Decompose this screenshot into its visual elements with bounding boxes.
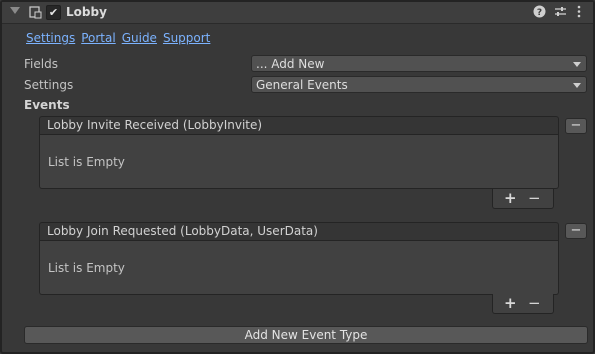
add-item-button[interactable]: + bbox=[504, 294, 517, 312]
settings-dropdown-value: General Events bbox=[256, 78, 348, 92]
event-header-invite: Lobby Invite Received (LobbyInvite) bbox=[39, 116, 559, 135]
events-label: Events bbox=[24, 98, 70, 112]
event-list-join: List is Empty bbox=[39, 241, 559, 295]
fields-dropdown-value: ... Add New bbox=[256, 57, 325, 71]
component-header[interactable]: ✔ Lobby ? bbox=[2, 2, 593, 24]
remove-item-button[interactable]: − bbox=[528, 189, 541, 207]
help-icon[interactable]: ? bbox=[532, 5, 546, 19]
remove-event-button[interactable]: − bbox=[565, 223, 587, 239]
list-empty-text: List is Empty bbox=[48, 261, 125, 275]
dropdown-arrow-icon bbox=[573, 62, 581, 67]
list-empty-text: List is Empty bbox=[48, 155, 125, 169]
svg-text:?: ? bbox=[536, 8, 541, 18]
component-title: Lobby bbox=[66, 5, 107, 19]
event-header-join: Lobby Join Requested (LobbyData, UserDat… bbox=[39, 222, 559, 241]
script-icon bbox=[29, 6, 42, 19]
help-links: Settings Portal Guide Support bbox=[26, 31, 216, 45]
event-list-invite: List is Empty bbox=[39, 135, 559, 189]
link-support[interactable]: Support bbox=[163, 31, 210, 45]
fields-label: Fields bbox=[24, 57, 58, 71]
kebab-menu-icon[interactable] bbox=[572, 5, 586, 19]
settings-dropdown[interactable]: General Events bbox=[251, 76, 587, 93]
preset-icon[interactable] bbox=[553, 5, 567, 19]
dropdown-arrow-icon bbox=[573, 83, 581, 88]
list-footer: + − bbox=[492, 189, 554, 209]
remove-item-button[interactable]: − bbox=[528, 294, 541, 312]
link-guide[interactable]: Guide bbox=[122, 31, 157, 45]
add-item-button[interactable]: + bbox=[504, 189, 517, 207]
lobby-component-panel: ✔ Lobby ? Settings Portal Guide Support Fie… bbox=[0, 0, 595, 354]
link-settings[interactable]: Settings bbox=[26, 31, 75, 45]
foldout-arrow-icon[interactable] bbox=[10, 7, 20, 14]
fields-dropdown[interactable]: ... Add New bbox=[251, 55, 587, 72]
enabled-checkbox[interactable]: ✔ bbox=[46, 5, 61, 20]
link-portal[interactable]: Portal bbox=[81, 31, 115, 45]
add-new-event-type-button[interactable]: Add New Event Type bbox=[24, 326, 588, 344]
list-footer: + − bbox=[492, 294, 554, 314]
remove-event-button[interactable]: − bbox=[565, 118, 587, 134]
settings-label: Settings bbox=[24, 78, 74, 92]
